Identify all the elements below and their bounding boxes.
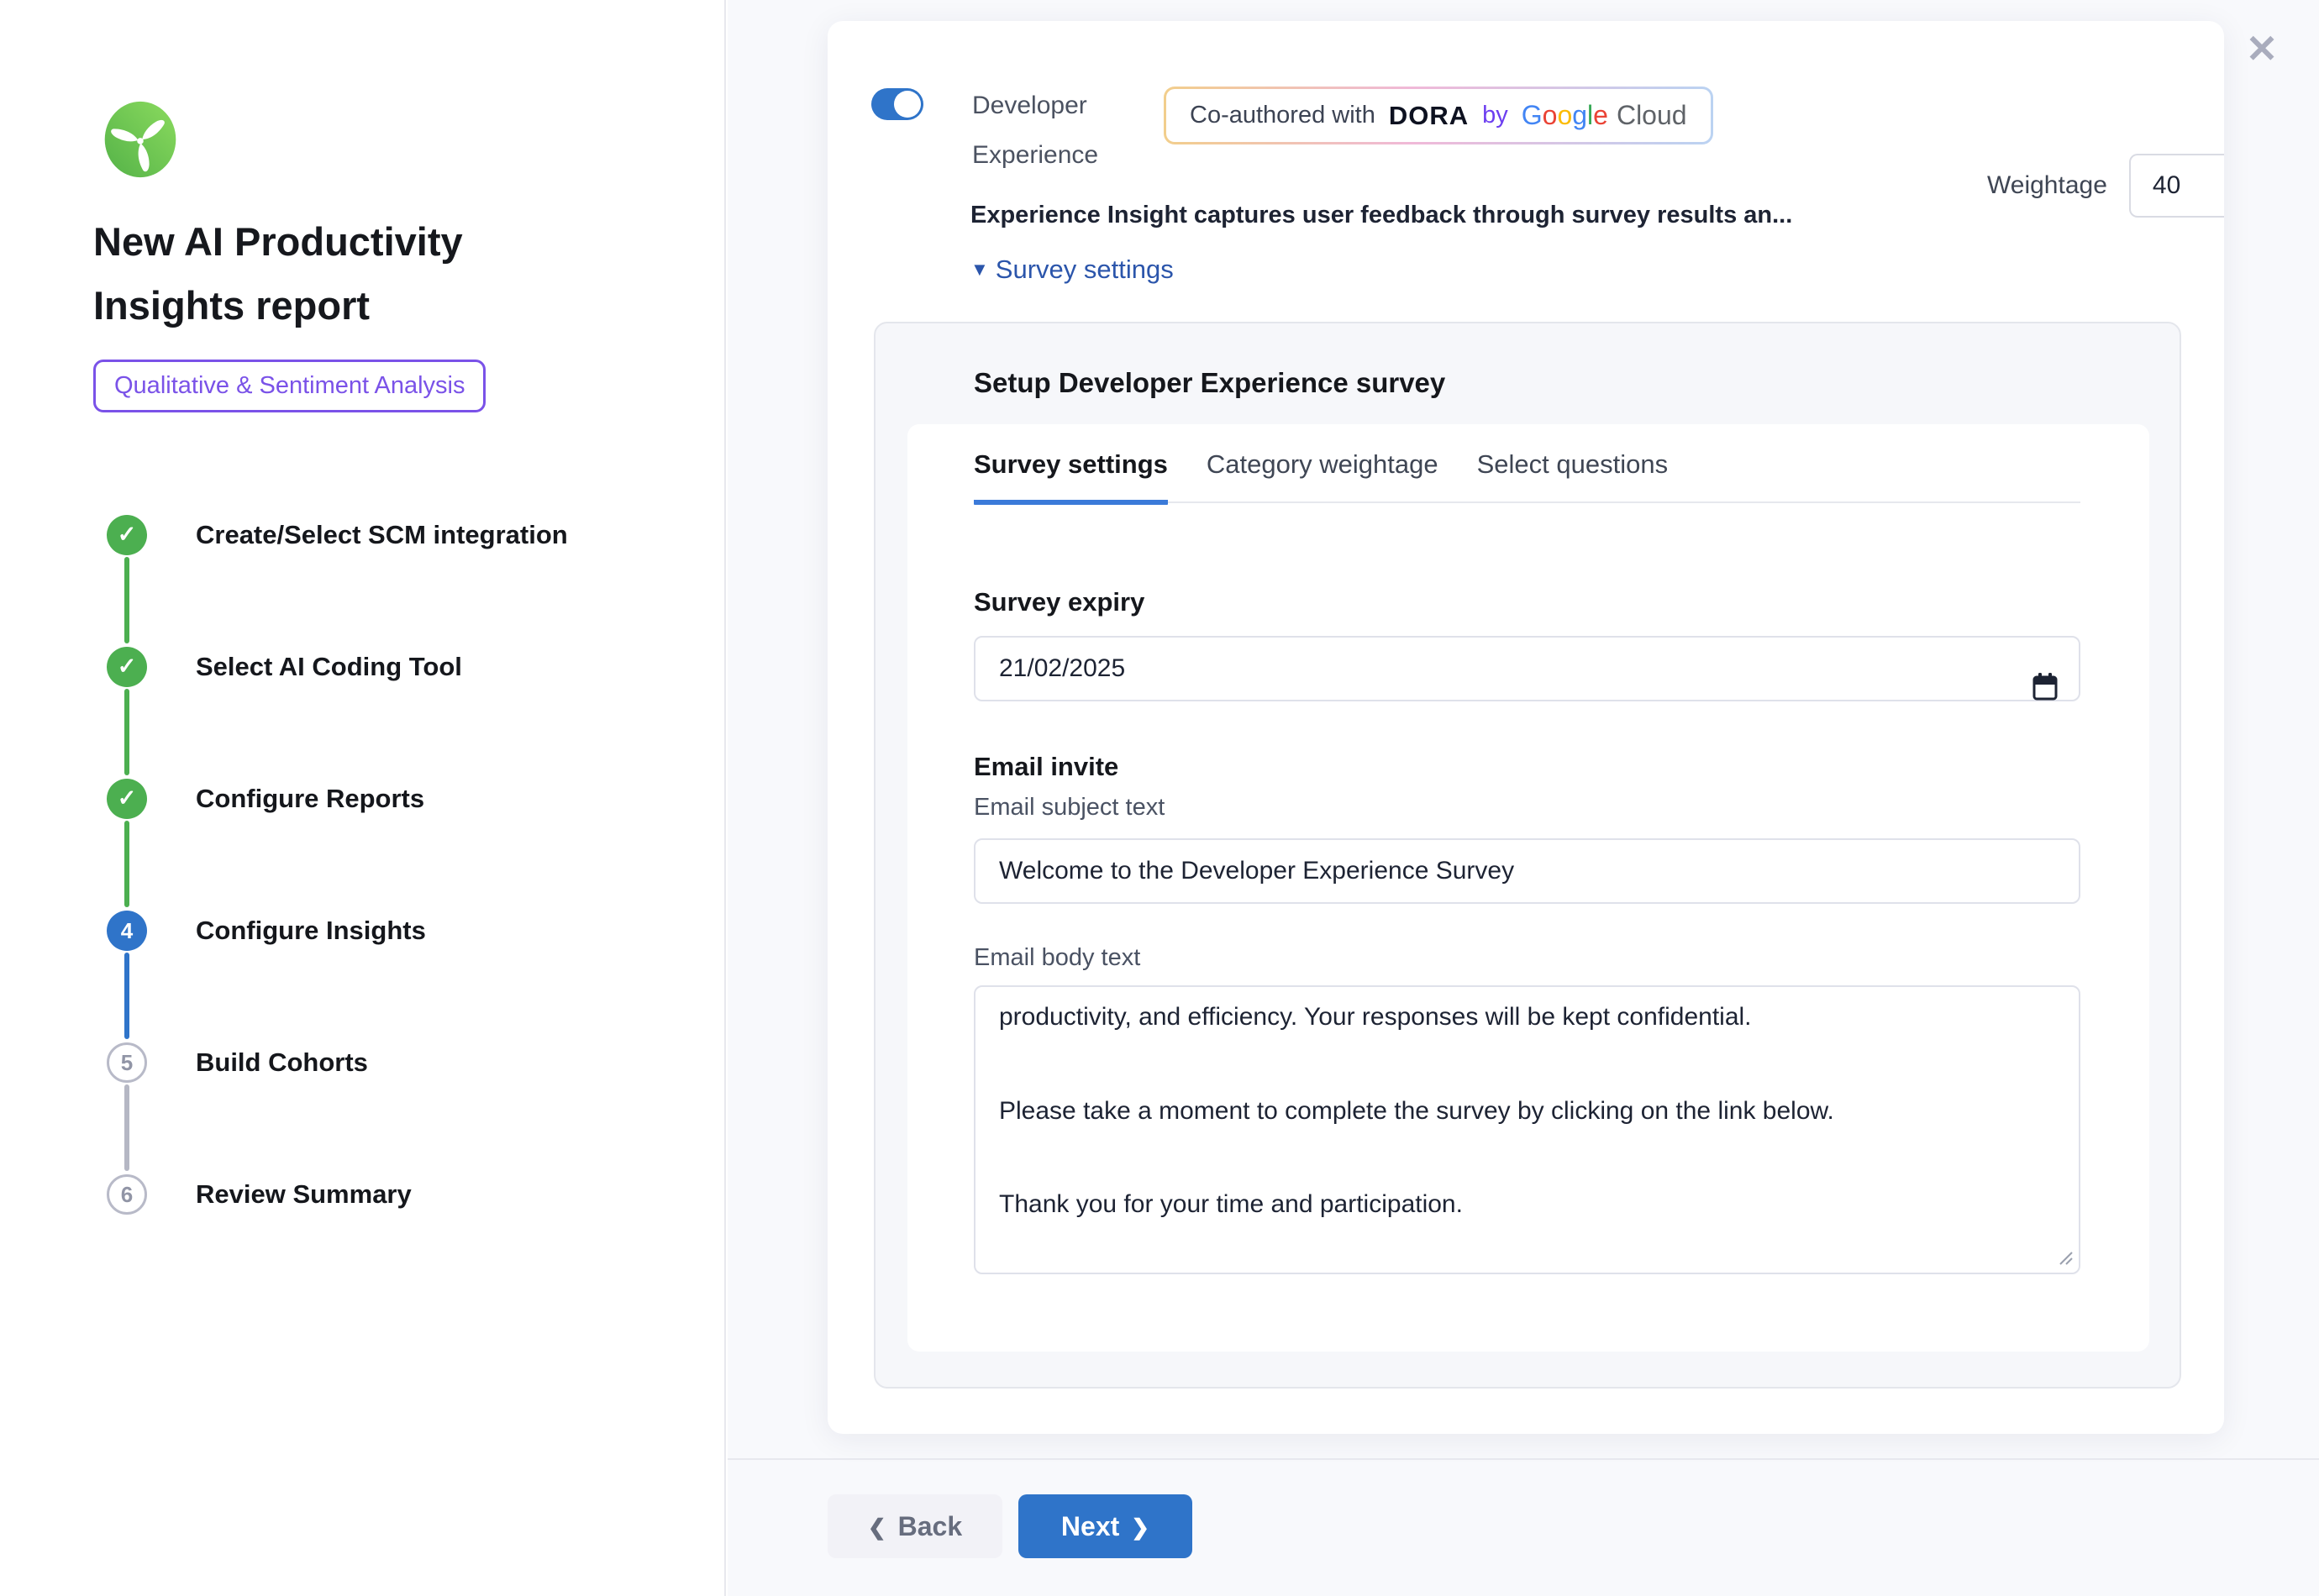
weightage-input[interactable] [2129, 154, 2224, 218]
survey-settings-collapse-link[interactable]: ▼ Survey settings [970, 255, 2224, 285]
next-button-label: Next [1061, 1511, 1119, 1542]
toggle-knob [894, 91, 921, 118]
page-title-line2: Insights report [93, 274, 631, 338]
dora-logo: DORA [1389, 101, 1469, 131]
setup-survey-title: Setup Developer Experience survey [876, 323, 2180, 399]
wizard-stepper: ✓ Create/Select SCM integration ✓ Select… [93, 515, 681, 1271]
footer-divider [728, 1458, 2319, 1460]
page-title: New AI Productivity Insights report [93, 210, 631, 338]
dora-coauthor-badge: Co-authored with DORA by Google Cloud [1164, 87, 1713, 144]
close-icon[interactable]: ✕ [2238, 25, 2285, 72]
tab-select-questions[interactable]: Select questions [1477, 449, 1668, 501]
google-letter: G [1522, 100, 1543, 130]
survey-expiry-label: Survey expiry [974, 587, 2080, 617]
step-done-circle: ✓ [107, 779, 147, 819]
analysis-type-badge: Qualitative & Sentiment Analysis [93, 360, 486, 412]
resize-grip-icon[interactable] [2055, 1247, 2074, 1266]
step-select-ai-coding-tool[interactable]: ✓ Select AI Coding Tool [93, 647, 462, 687]
insight-description: Experience Insight captures user feedbac… [970, 202, 1920, 229]
tab-category-weightage[interactable]: Category weightage [1207, 449, 1438, 501]
google-letter: g [1572, 100, 1587, 130]
back-button-label: Back [898, 1511, 963, 1542]
step-done-circle: ✓ [107, 515, 147, 555]
calendar-icon[interactable] [2032, 673, 2059, 701]
google-letter: o [1557, 100, 1572, 130]
step-label: Select AI Coding Tool [196, 652, 462, 682]
coauthor-by: by [1482, 102, 1508, 129]
insight-name: Developer Experience [972, 81, 1164, 180]
chevron-left-icon: ❮ [868, 1516, 886, 1538]
wizard-sidebar: New AI Productivity Insights report Qual… [0, 0, 726, 1596]
step-review-summary[interactable]: 6 Review Summary [93, 1174, 412, 1215]
stepper-connector [124, 953, 129, 1039]
email-subject-label: Email subject text [974, 794, 2080, 822]
stepper-connector [124, 689, 129, 775]
app-window: New AI Productivity Insights report Qual… [0, 0, 2319, 1596]
insight-name-line2: Experience [972, 131, 1164, 181]
next-button[interactable]: Next ❯ [1018, 1494, 1192, 1558]
step-label: Configure Reports [196, 784, 424, 814]
step-label: Configure Insights [196, 916, 426, 946]
back-button[interactable]: ❮ Back [828, 1494, 1002, 1558]
check-icon: ✓ [118, 522, 137, 548]
developer-experience-toggle[interactable] [871, 88, 923, 120]
email-subject-input[interactable] [974, 838, 2080, 904]
weightage-label: Weightage [1987, 171, 2107, 200]
step-label: Build Cohorts [196, 1047, 368, 1078]
main-panel: ✕ Developer Experience Co-authored with [728, 0, 2319, 1596]
step-configure-insights[interactable]: 4 Configure Insights [93, 911, 426, 951]
configure-insights-panel: Developer Experience Co-authored with DO… [828, 21, 2224, 1434]
tab-survey-settings[interactable]: Survey settings [974, 449, 1168, 505]
step-build-cohorts[interactable]: 5 Build Cohorts [93, 1042, 368, 1083]
step-label: Create/Select SCM integration [196, 520, 568, 550]
step-done-circle: ✓ [107, 647, 147, 687]
google-letter: o [1543, 100, 1558, 130]
google-cloud-word: Cloud [1617, 100, 1687, 131]
email-invite-label: Email invite [974, 752, 2080, 782]
step-active-circle: 4 [107, 911, 147, 951]
triangle-down-icon: ▼ [970, 259, 989, 281]
survey-tabs: Survey settings Category weightage Selec… [974, 449, 2080, 503]
page-title-line1: New AI Productivity [93, 210, 631, 274]
setup-survey-card: Setup Developer Experience survey Survey… [874, 322, 2181, 1389]
coauthor-prefix: Co-authored with [1190, 102, 1375, 129]
survey-settings-form-card: Survey settings Category weightage Selec… [907, 424, 2149, 1352]
check-icon: ✓ [118, 785, 137, 811]
stepper-connector [124, 1084, 129, 1171]
email-body-textarea[interactable]: productivity, and efficiency. Your respo… [974, 985, 2080, 1274]
email-body-label: Email body text [974, 944, 2080, 972]
step-create-select-scm[interactable]: ✓ Create/Select SCM integration [93, 515, 568, 555]
survey-settings-link-label: Survey settings [996, 255, 1174, 285]
chevron-right-icon: ❯ [1131, 1516, 1149, 1538]
check-icon: ✓ [118, 654, 137, 680]
step-label: Review Summary [196, 1179, 412, 1210]
app-logo-icon [101, 99, 180, 180]
step-todo-circle: 6 [107, 1174, 147, 1215]
insight-name-line1: Developer [972, 81, 1164, 131]
step-configure-reports[interactable]: ✓ Configure Reports [93, 779, 424, 819]
google-logo: Google [1522, 100, 1608, 131]
stepper-connector [124, 557, 129, 643]
google-letter: e [1593, 100, 1608, 130]
step-todo-circle: 5 [107, 1042, 147, 1083]
stepper-connector [124, 821, 129, 907]
survey-expiry-input[interactable] [974, 636, 2080, 701]
weightage-group: Weightage [1987, 154, 2224, 218]
